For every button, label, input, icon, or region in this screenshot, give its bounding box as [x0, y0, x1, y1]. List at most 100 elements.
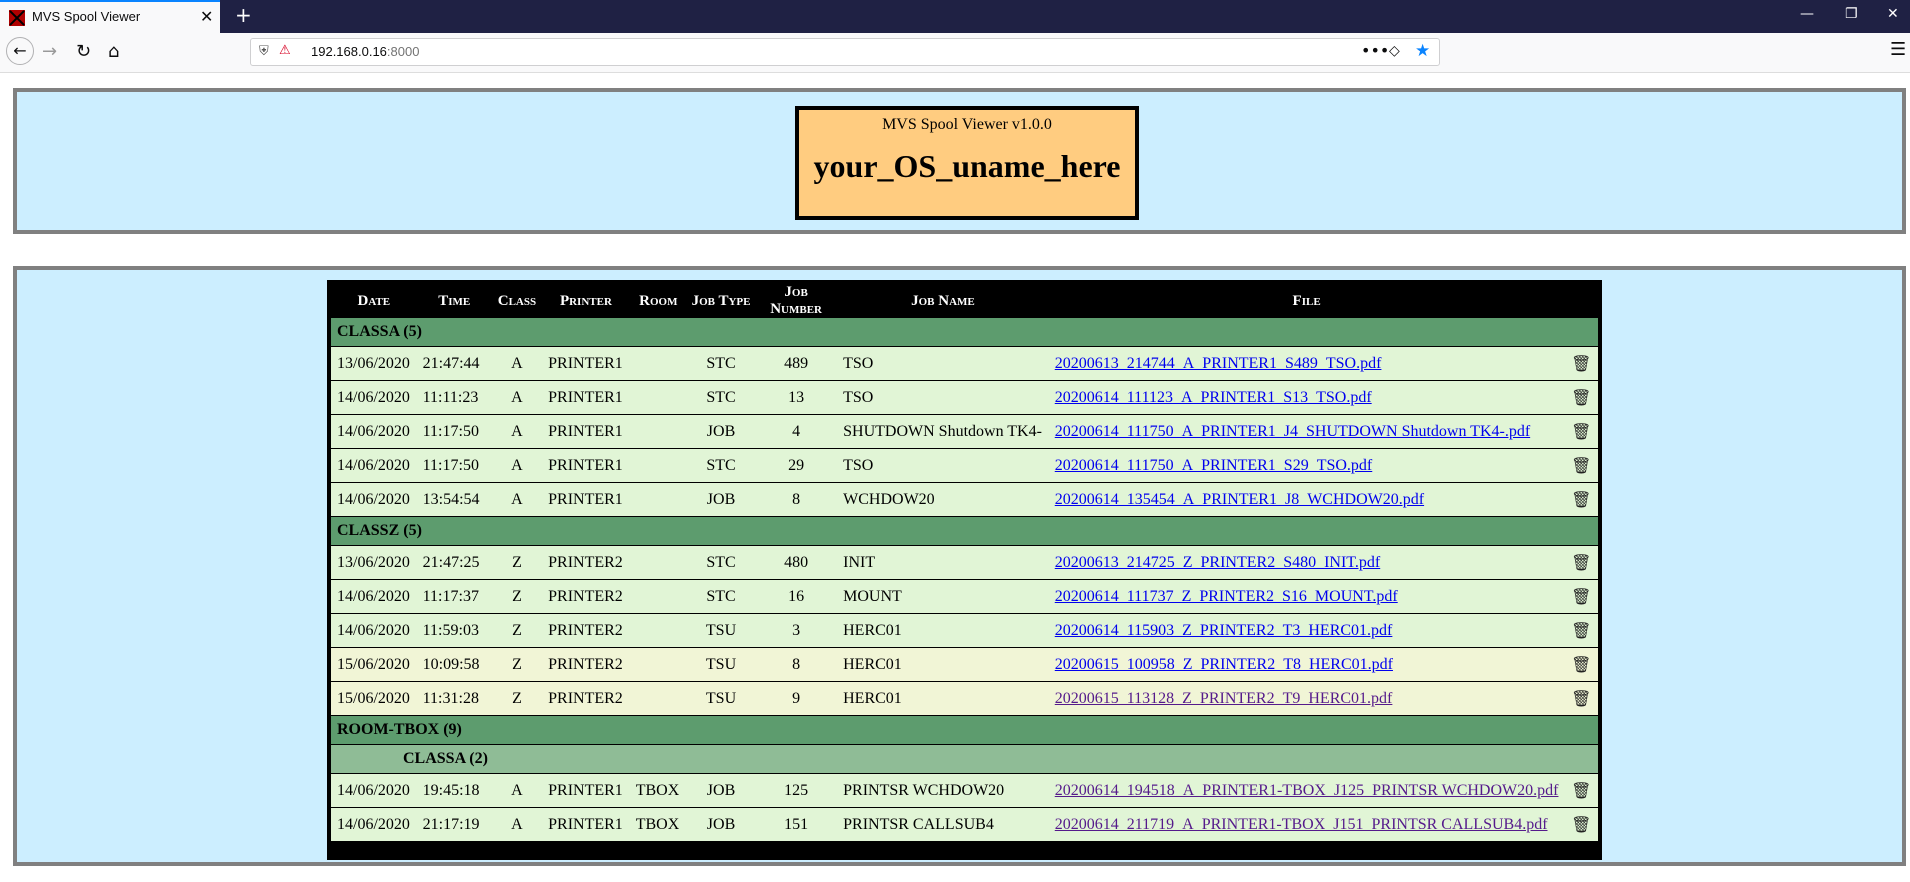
cell-file: 20200614_111750_A_PRINTER1_J4_SHUTDOWN S…	[1048, 414, 1565, 449]
file-link[interactable]: 20200614_115903_Z_PRINTER2_T3_HERC01.pdf	[1055, 622, 1393, 639]
cell-job-type: JOB	[686, 414, 756, 449]
title-box: MVS Spool Viewer v1.0.0 your_OS_uname_he…	[795, 106, 1139, 220]
cell-job-type: STC	[686, 448, 756, 483]
menu-icon[interactable]: ☰	[1890, 39, 1906, 60]
file-link[interactable]: 20200615_113128_Z_PRINTER2_T9_HERC01.pdf	[1055, 690, 1393, 707]
cell-delete: 🗑	[1564, 773, 1598, 808]
browser-tab[interactable]: MVS Spool Viewer ✕	[0, 0, 220, 33]
cell-date: 14/06/2020	[331, 579, 417, 614]
trash-icon[interactable]: 🗑	[1571, 655, 1591, 674]
bookmark-star-icon[interactable]: ★	[1415, 41, 1430, 61]
file-link[interactable]: 20200614_211719_A_PRINTER1-TBOX_J151_PRI…	[1055, 816, 1548, 833]
pocket-icon[interactable]: ◇	[1389, 43, 1400, 59]
cell-delete: 🗑	[1564, 647, 1598, 682]
cell-printer: PRINTER1	[542, 482, 630, 517]
cell-job-type: JOB	[686, 482, 756, 517]
cell-date: 14/06/2020	[331, 773, 417, 808]
trash-icon[interactable]: 🗑	[1571, 815, 1591, 834]
column-header[interactable]: Class	[492, 284, 542, 318]
trash-icon[interactable]: 🗑	[1571, 553, 1591, 572]
cell-delete: 🗑	[1564, 613, 1598, 648]
url-text[interactable]: 192.168.0.16:8000	[311, 44, 419, 59]
file-link[interactable]: 20200614_135454_A_PRINTER1_J8_WCHDOW20.p…	[1055, 491, 1424, 508]
cell-time: 19:45:18	[416, 773, 492, 808]
trash-icon[interactable]: 🗑	[1571, 490, 1591, 509]
cell-job-number: 4	[755, 414, 838, 449]
file-link[interactable]: 20200614_111737_Z_PRINTER2_S16_MOUNT.pdf	[1055, 588, 1398, 605]
column-header[interactable]: Room	[630, 284, 687, 318]
table-row: 14/06/2020 11:17:50 A PRINTER1 JOB 4 SHUTDOWN …	[331, 414, 1598, 449]
cell-class: A	[491, 346, 543, 381]
trash-icon[interactable]: 🗑	[1571, 388, 1591, 407]
column-header[interactable]: Job Number	[755, 284, 837, 318]
cell-job-name: PRINTSR WCHDOW20	[837, 773, 1049, 808]
column-header[interactable]: Date	[331, 284, 417, 318]
cell-class: Z	[491, 647, 543, 682]
cell-job-name: INIT	[837, 545, 1049, 580]
content-panel: Date Time Class Printer Room Job Type Jo…	[13, 266, 1906, 866]
reload-button[interactable]: ↻	[76, 41, 91, 62]
column-header-actions	[1564, 284, 1598, 318]
cell-job-name: PRINTSR CALLSUB4	[837, 807, 1049, 842]
close-window-icon[interactable]: ✕	[1887, 6, 1899, 22]
cell-job-number: 480	[755, 545, 838, 580]
navigation-toolbar: ← → ↻ ⌂ ⛨ ⚠ 192.168.0.16:8000 ••• ◇ ★ ☰	[0, 33, 1910, 73]
cell-job-number: 8	[755, 482, 838, 517]
column-header[interactable]: Printer	[542, 284, 630, 318]
new-tab-button[interactable]: +	[235, 3, 252, 27]
home-button[interactable]: ⌂	[108, 41, 119, 62]
trash-icon[interactable]: 🗑	[1571, 621, 1591, 640]
cell-printer: PRINTER1	[542, 414, 630, 449]
cell-file: 20200614_111737_Z_PRINTER2_S16_MOUNT.pdf	[1048, 579, 1565, 614]
cell-job-name: TSO	[837, 346, 1049, 381]
cell-file: 20200613_214725_Z_PRINTER2_S480_INIT.pdf	[1048, 545, 1565, 580]
close-tab-icon[interactable]: ✕	[200, 7, 213, 26]
column-header[interactable]: Job Type	[687, 284, 755, 318]
tracking-shield-icon[interactable]: ⛨	[259, 44, 269, 59]
restore-icon[interactable]: ❐	[1845, 6, 1858, 22]
trash-icon[interactable]: 🗑	[1571, 689, 1591, 708]
cell-printer: PRINTER1	[542, 773, 630, 808]
file-link[interactable]: 20200613_214725_Z_PRINTER2_S480_INIT.pdf	[1055, 554, 1380, 571]
file-link[interactable]: 20200614_194518_A_PRINTER1-TBOX_J125_PRI…	[1055, 782, 1559, 799]
tab-strip: MVS Spool Viewer ✕ + — ❐ ✕	[0, 0, 1910, 33]
back-button[interactable]: ←	[6, 37, 34, 65]
cell-time: 11:17:50	[416, 448, 492, 483]
page-actions-icon[interactable]: •••	[1361, 41, 1389, 60]
cell-delete: 🗑	[1564, 807, 1598, 842]
trash-icon[interactable]: 🗑	[1571, 781, 1591, 800]
file-link[interactable]: 20200613_214744_A_PRINTER1_S489_TSO.pdf	[1055, 355, 1382, 372]
cell-job-type: TSU	[686, 647, 756, 682]
subgroup-label: CLASSA (2)	[331, 744, 1598, 774]
file-link[interactable]: 20200614_111123_A_PRINTER1_S13_TSO.pdf	[1055, 389, 1372, 406]
cell-time: 21:17:19	[416, 807, 492, 842]
cell-printer: PRINTER1	[542, 807, 630, 842]
column-header[interactable]: File	[1049, 284, 1565, 318]
cell-date: 15/06/2020	[331, 647, 417, 682]
insecure-lock-icon[interactable]: ⚠	[279, 43, 291, 58]
cell-class: A	[491, 773, 543, 808]
cell-file: 20200614_115903_Z_PRINTER2_T3_HERC01.pdf	[1048, 613, 1565, 648]
trash-icon[interactable]: 🗑	[1571, 456, 1591, 475]
minimize-icon[interactable]: —	[1800, 6, 1814, 22]
cell-job-name: TSO	[837, 380, 1049, 415]
cell-job-type: STC	[686, 579, 756, 614]
column-header[interactable]: Job Name	[837, 284, 1049, 318]
cell-delete: 🗑	[1564, 414, 1598, 449]
file-link[interactable]: 20200614_111750_A_PRINTER1_S29_TSO.pdf	[1055, 457, 1373, 474]
cell-printer: PRINTER2	[542, 681, 630, 716]
cell-date: 13/06/2020	[331, 545, 417, 580]
cell-job-name: HERC01	[837, 681, 1049, 716]
trash-icon[interactable]: 🗑	[1571, 422, 1591, 441]
cell-delete: 🗑	[1564, 579, 1598, 614]
url-bar[interactable]: ⛨ ⚠ 192.168.0.16:8000 ••• ◇ ★	[250, 38, 1440, 66]
tab-title: MVS Spool Viewer	[32, 9, 141, 24]
trash-icon[interactable]: 🗑	[1571, 354, 1591, 373]
column-header[interactable]: Time	[417, 284, 492, 318]
file-link[interactable]: 20200615_100958_Z_PRINTER2_T8_HERC01.pdf	[1055, 656, 1393, 673]
file-link[interactable]: 20200614_111750_A_PRINTER1_J4_SHUTDOWN S…	[1055, 423, 1530, 440]
group-label: ROOM-TBOX (9)	[331, 715, 1598, 745]
cell-file: 20200615_113128_Z_PRINTER2_T9_HERC01.pdf	[1048, 681, 1565, 716]
forward-button[interactable]: →	[42, 41, 57, 62]
trash-icon[interactable]: 🗑	[1571, 587, 1591, 606]
